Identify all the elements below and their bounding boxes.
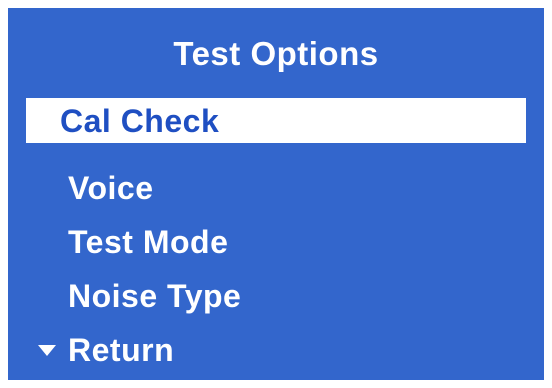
menu-item-label: Noise Type — [68, 278, 242, 314]
menu-item-cal-check[interactable]: Cal Check — [26, 98, 526, 143]
test-options-screen: Test Options Cal Check Voice Test Mode N… — [8, 8, 544, 380]
menu-item-label: Cal Check — [60, 103, 220, 139]
triangle-down-icon — [38, 345, 56, 356]
menu-item-label: Test Mode — [68, 224, 229, 260]
menu-item-label: Voice — [68, 170, 154, 206]
menu-item-label: Return — [68, 332, 175, 368]
options-menu: Cal Check Voice Test Mode Noise Type Ret… — [8, 8, 544, 380]
